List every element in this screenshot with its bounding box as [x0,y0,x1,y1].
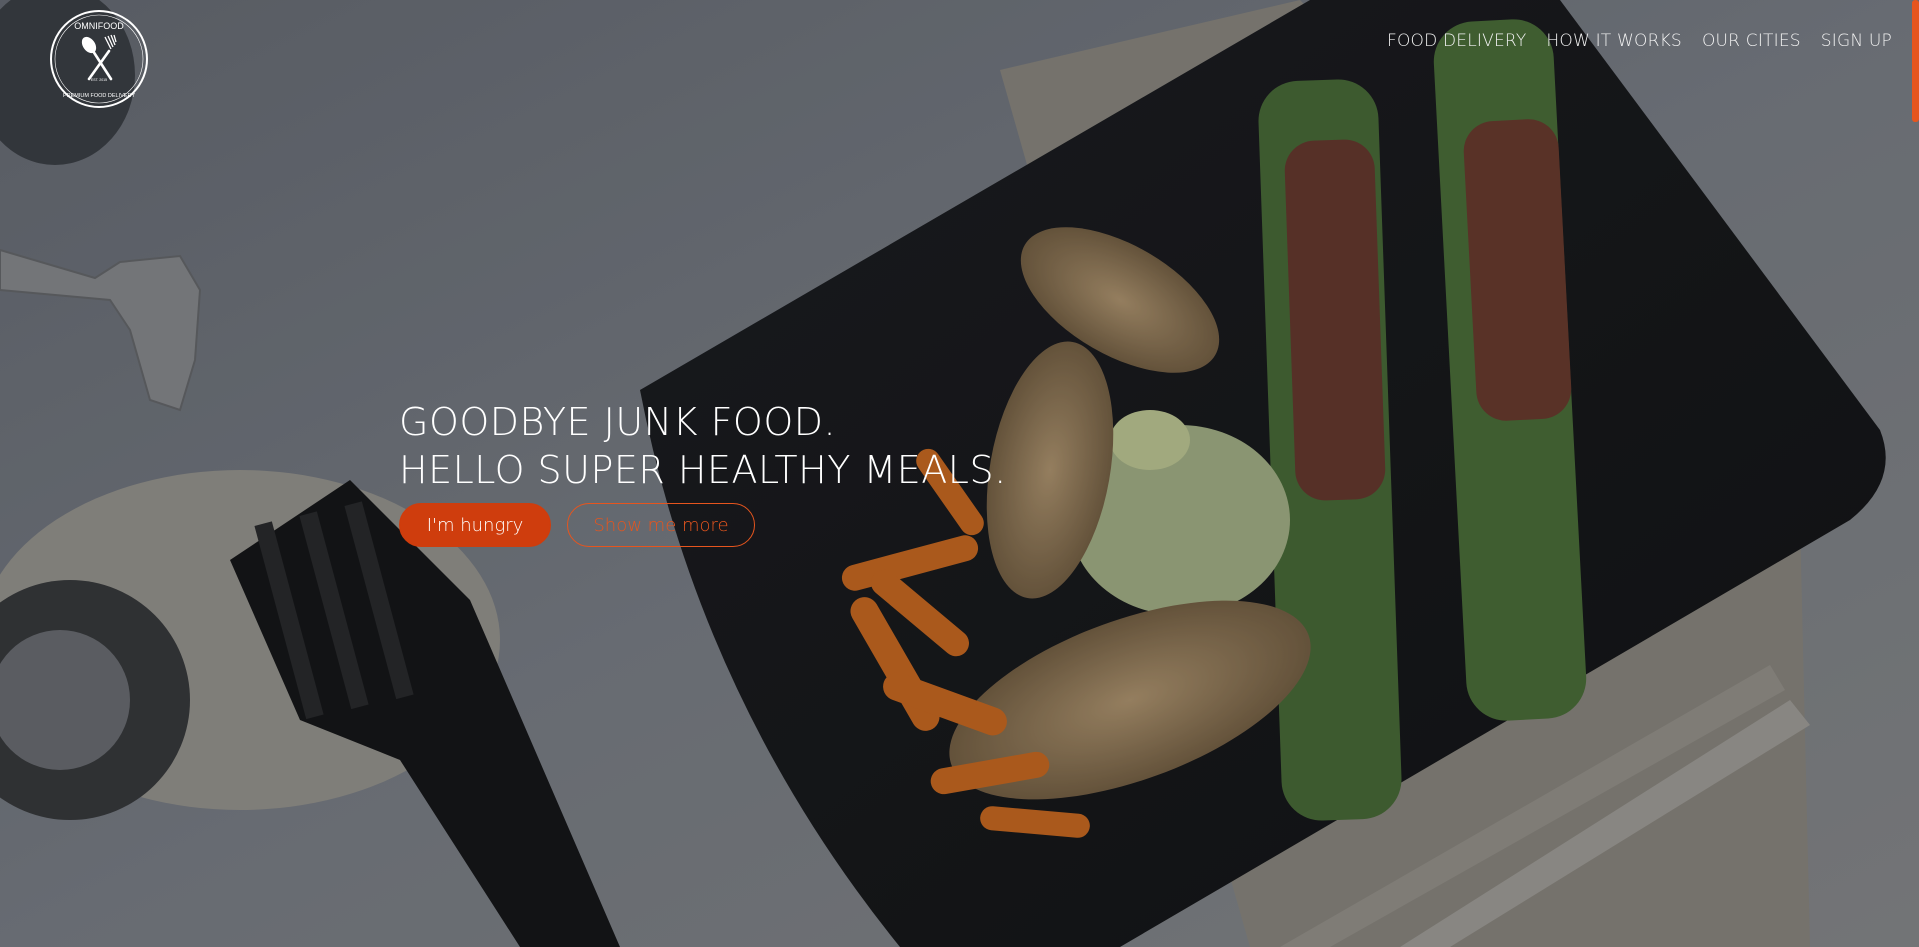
nav-our-cities[interactable]: OUR CITIES [1702,29,1801,53]
im-hungry-button[interactable]: I'm hungry [399,503,551,547]
hero-section: OMNIFOOD PREMIUM FOOD DELIVERY EST. 2015… [0,0,1919,947]
page-scrollbar[interactable] [1912,0,1919,947]
headline-line-2: HELLO SUPER HEALTHY MEALS. [399,448,1007,492]
omnifood-logo[interactable]: OMNIFOOD PREMIUM FOOD DELIVERY EST. 2015 [49,9,149,109]
logo-est-text: EST. 2015 [91,78,107,82]
scrollbar-thumb[interactable] [1912,0,1919,122]
nav-food-delivery[interactable]: FOOD DELIVERY [1387,29,1526,53]
nav-how-it-works[interactable]: HOW IT WORKS [1546,29,1682,53]
hero-headline: GOODBYE JUNK FOOD. HELLO SUPER HEALTHY M… [399,398,1007,494]
headline-line-1: GOODBYE JUNK FOOD. [399,400,837,444]
nav-sign-up[interactable]: SIGN UP [1821,29,1892,53]
show-me-more-button[interactable]: Show me more [567,503,755,547]
logo-top-text: OMNIFOOD [74,21,124,31]
main-nav: FOOD DELIVERY HOW IT WORKS OUR CITIES SI… [1387,29,1892,53]
logo-bottom-text: PREMIUM FOOD DELIVERY [63,93,135,99]
